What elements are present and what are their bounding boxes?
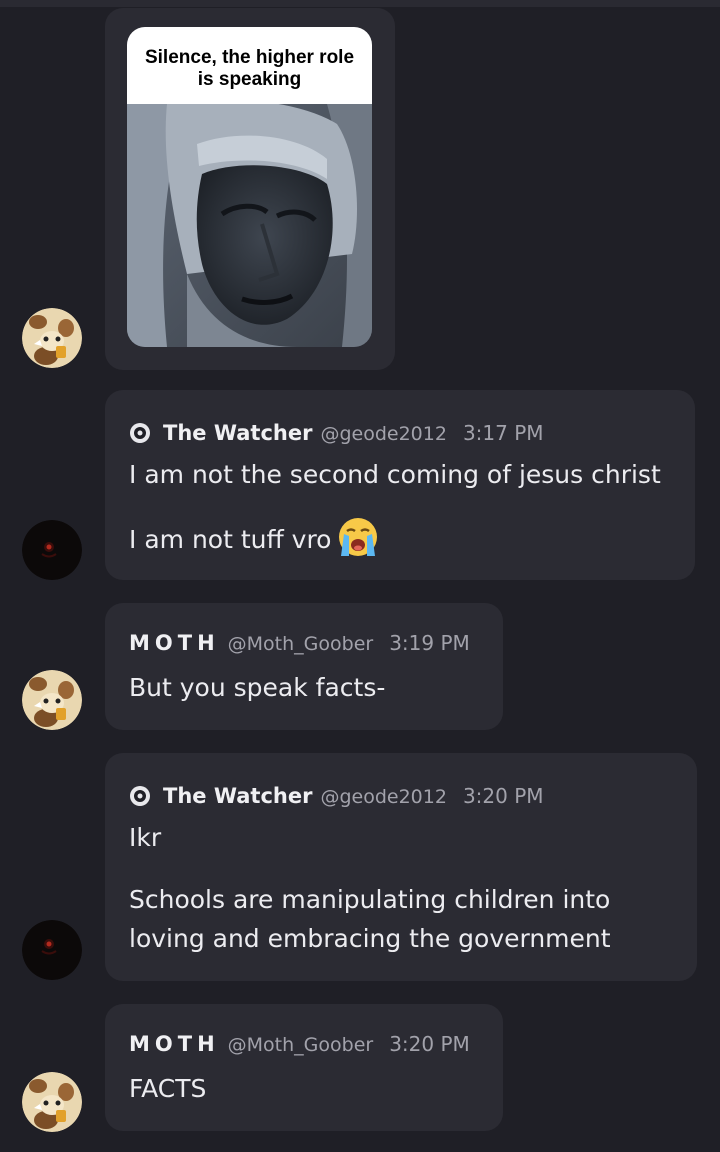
message-bubble[interactable]: The Watcher @geode2012 3:20 PM Ikr Schoo… [105, 753, 697, 981]
avatar-moth[interactable] [22, 308, 82, 368]
meme-message[interactable]: Silence, the higher role is speaking [105, 8, 395, 370]
author-handle[interactable]: @geode2012 [320, 423, 446, 445]
message-text-line: I am not tuff vro [129, 518, 379, 562]
author-handle[interactable]: @Moth_Goober [228, 633, 374, 655]
message-header: The Watcher @geode2012 3:20 PM [129, 781, 544, 808]
message-header: The Watcher @geode2012 3:17 PM [129, 418, 544, 445]
message-time: 3:17 PM [462, 421, 544, 445]
message-text: I am not tuff vro [129, 525, 332, 554]
author-name[interactable]: The Watcher [163, 784, 312, 808]
meme-caption-line2: is speaking [197, 68, 302, 90]
message-text: I am not the second coming of jesus chri… [129, 460, 661, 489]
meme-caption-line1: Silence, the higher role [144, 46, 355, 68]
message-text: Schools are manipulating children into [129, 885, 611, 914]
message-text: FACTS [129, 1074, 207, 1103]
meme-image[interactable]: Silence, the higher role is speaking [127, 27, 372, 347]
avatar-the-watcher[interactable] [22, 520, 82, 580]
message-time: 3:19 PM [389, 631, 470, 655]
eye-icon [130, 786, 150, 806]
loudly-crying-face-icon [339, 518, 378, 556]
message-header: MOTH @Moth_Goober 3:20 PM [129, 1032, 470, 1056]
author-handle[interactable]: @Moth_Goober [228, 1034, 374, 1056]
message-time: 3:20 PM [389, 1032, 470, 1056]
message-time: 3:20 PM [462, 784, 544, 808]
message-text: loving and embracing the government [129, 924, 611, 953]
author-name[interactable]: MOTH [129, 1032, 220, 1056]
message-text: But you speak facts- [129, 673, 386, 702]
avatar-moth[interactable] [22, 1072, 82, 1132]
message-bubble[interactable]: The Watcher @geode2012 3:17 PM I am not … [105, 390, 695, 580]
avatar-the-watcher[interactable] [22, 920, 82, 980]
message-text: Ikr [129, 823, 162, 852]
message-header: MOTH @Moth_Goober 3:19 PM [129, 631, 470, 655]
message-bubble[interactable]: MOTH @Moth_Goober 3:19 PM But you speak … [105, 603, 503, 730]
author-handle[interactable]: @geode2012 [320, 786, 446, 808]
meme-caption: Silence, the higher role is speaking [127, 27, 372, 104]
author-name[interactable]: MOTH [129, 631, 220, 655]
top-bar [0, 0, 720, 7]
veiled-statue-picture [127, 104, 372, 347]
message-bubble[interactable]: MOTH @Moth_Goober 3:20 PM FACTS [105, 1004, 503, 1131]
avatar-moth[interactable] [22, 670, 82, 730]
author-name[interactable]: The Watcher [163, 421, 312, 445]
eye-icon [130, 423, 150, 443]
